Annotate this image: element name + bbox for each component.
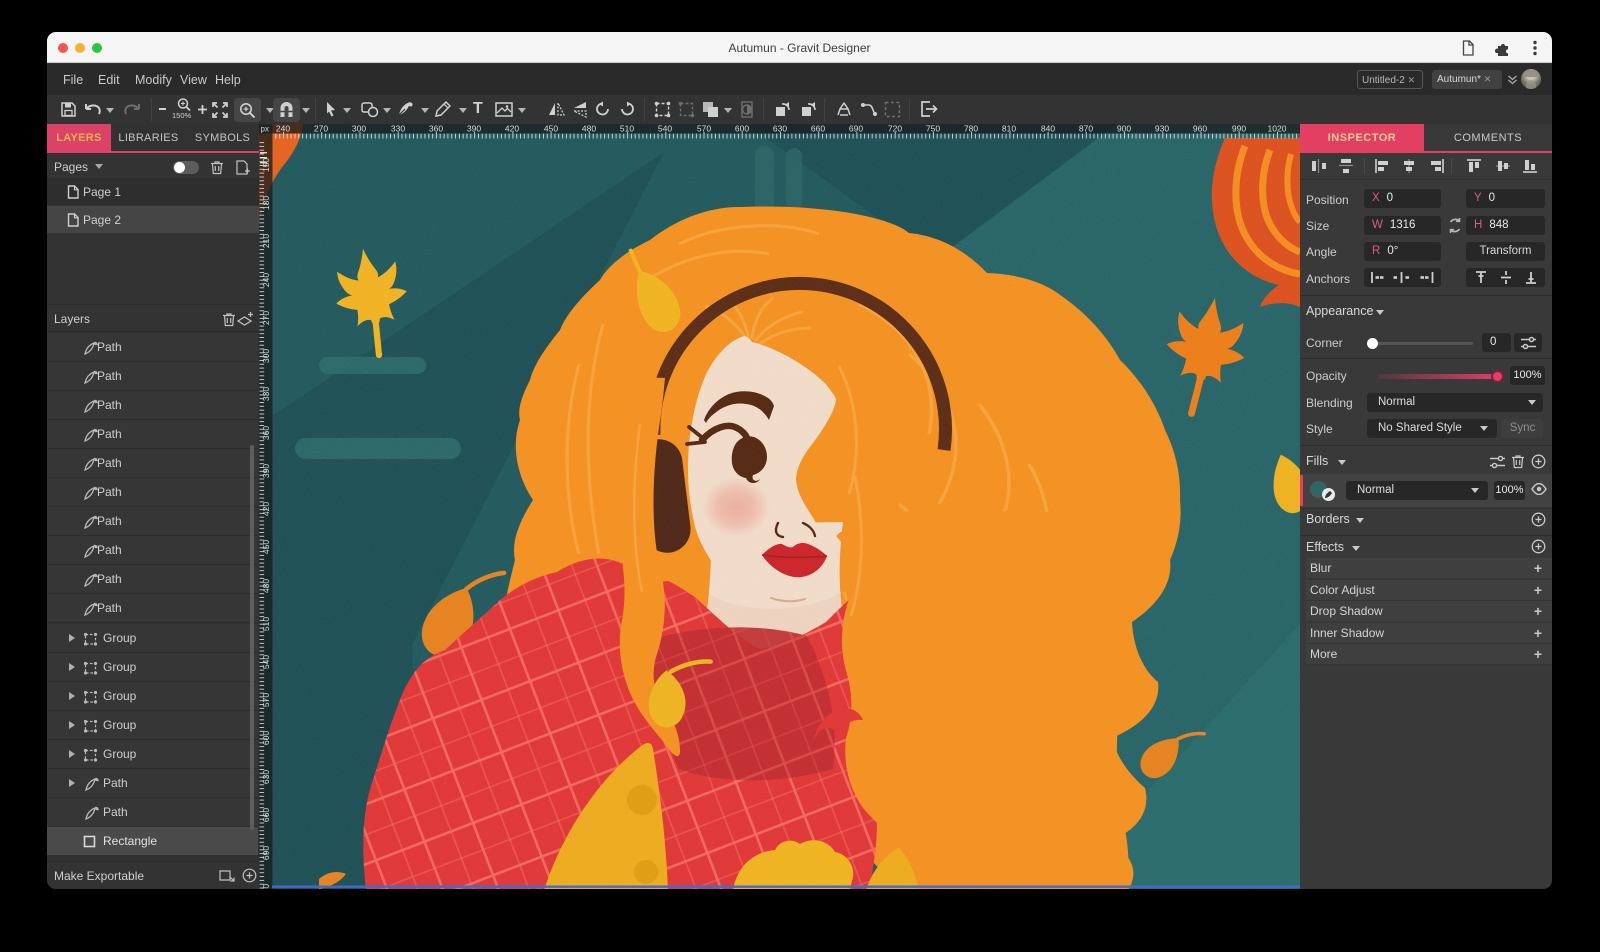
svg-text:300: 300 <box>352 124 366 134</box>
svg-text:180: 180 <box>261 196 271 210</box>
svg-text:660: 660 <box>811 124 825 134</box>
svg-text:420: 420 <box>261 502 271 516</box>
svg-text:630: 630 <box>261 770 271 784</box>
svg-text:870: 870 <box>1079 124 1093 134</box>
svg-text:240: 240 <box>261 273 271 287</box>
svg-text:390: 390 <box>261 464 271 478</box>
svg-text:690: 690 <box>261 846 271 860</box>
svg-text:360: 360 <box>261 426 271 440</box>
svg-text:450: 450 <box>544 124 558 134</box>
svg-text:660: 660 <box>261 808 271 822</box>
svg-text:630: 630 <box>773 124 787 134</box>
svg-text:300: 300 <box>261 349 271 363</box>
svg-text:1020: 1020 <box>1268 124 1287 134</box>
svg-text:750: 750 <box>926 124 940 134</box>
svg-text:720: 720 <box>888 124 902 134</box>
svg-text:540: 540 <box>261 655 271 669</box>
svg-text:510: 510 <box>620 124 634 134</box>
svg-text:810: 810 <box>1002 124 1016 134</box>
svg-text:330: 330 <box>391 124 405 134</box>
svg-text:480: 480 <box>582 124 596 134</box>
svg-text:960: 960 <box>1193 124 1207 134</box>
svg-text:px: px <box>261 125 269 134</box>
svg-text:360: 360 <box>429 124 443 134</box>
svg-text:390: 390 <box>467 124 481 134</box>
svg-text:510: 510 <box>261 617 271 631</box>
svg-text:600: 600 <box>261 731 271 745</box>
svg-text:330: 330 <box>261 387 271 401</box>
svg-text:450: 450 <box>261 540 271 554</box>
svg-text:270: 270 <box>314 124 328 134</box>
svg-text:990: 990 <box>1232 124 1246 134</box>
svg-text:690: 690 <box>849 124 863 134</box>
svg-text:270: 270 <box>261 311 271 325</box>
svg-text:480: 480 <box>261 579 271 593</box>
svg-text:420: 420 <box>505 124 519 134</box>
svg-text:780: 780 <box>964 124 978 134</box>
svg-text:210: 210 <box>261 234 271 248</box>
svg-text:840: 840 <box>1041 124 1055 134</box>
svg-text:570: 570 <box>261 693 271 707</box>
svg-text:240: 240 <box>276 124 290 134</box>
svg-text:540: 540 <box>658 124 672 134</box>
svg-text:900: 900 <box>1117 124 1131 134</box>
svg-text:570: 570 <box>697 124 711 134</box>
svg-text:600: 600 <box>735 124 749 134</box>
svg-text:150: 150 <box>261 158 271 172</box>
svg-text:720: 720 <box>261 884 271 889</box>
svg-text:930: 930 <box>1155 124 1169 134</box>
